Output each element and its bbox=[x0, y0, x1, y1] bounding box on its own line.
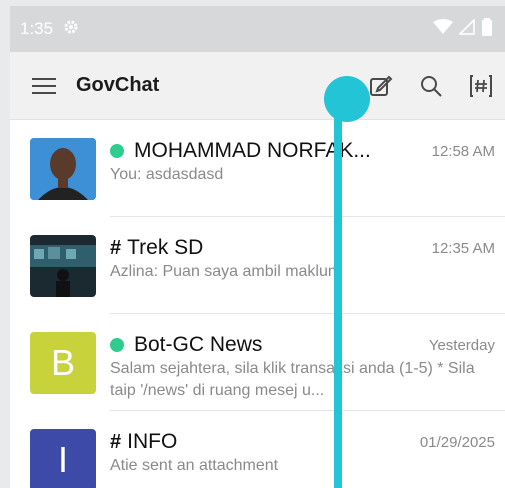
online-status-dot bbox=[110, 144, 124, 158]
chat-time: 01/29/2025 bbox=[419, 433, 495, 451]
chat-row[interactable]: B Bot-GC News Yesterday Salam sejahtera,… bbox=[10, 314, 505, 411]
scroll-gesture-track bbox=[334, 84, 342, 488]
battery-icon bbox=[481, 17, 493, 41]
chat-row[interactable]: # Trek SD 12:35 AM Azlina: Puan saya ambi… bbox=[10, 217, 505, 314]
chat-time: 12:35 AM bbox=[431, 239, 495, 257]
touch-point-indicator bbox=[324, 76, 370, 122]
avatar-letter: B bbox=[50, 342, 75, 383]
status-bar: 1:35 bbox=[10, 6, 505, 52]
chat-time: 12:58 AM bbox=[431, 142, 495, 160]
settings-gear-icon bbox=[63, 19, 79, 40]
avatar bbox=[30, 235, 96, 297]
chat-preview: Azlina: Puan saya ambil maklum bbox=[110, 263, 342, 280]
compose-icon[interactable] bbox=[367, 72, 395, 100]
avatar bbox=[30, 138, 96, 200]
chat-row[interactable]: MOHAMMAD NORFAK... 12:58 AM You: asdasda… bbox=[10, 120, 505, 217]
app-title: GovChat bbox=[76, 74, 160, 96]
chat-name: Bot-GC News bbox=[134, 333, 263, 356]
chat-name: INFO bbox=[127, 430, 178, 453]
chat-preview: Atie sent an attachment bbox=[110, 457, 279, 474]
chat-name: Trek SD bbox=[127, 236, 204, 259]
channel-hash-icon: # bbox=[110, 430, 122, 453]
chat-list: MOHAMMAD NORFAK... 12:58 AM You: asdasda… bbox=[10, 120, 505, 488]
signal-icon bbox=[458, 17, 475, 40]
search-icon[interactable] bbox=[417, 72, 445, 100]
menu-icon[interactable] bbox=[30, 72, 58, 100]
phone-screen: 1:35 GovChat MOHAMMAD NORFAK... 12:58 AM… bbox=[10, 6, 505, 488]
chat-row[interactable]: I # INFO 01/29/2025 Atie sent an attachme… bbox=[10, 411, 505, 488]
chat-time: Yesterday bbox=[428, 336, 495, 354]
channel-directory-icon[interactable] bbox=[467, 72, 495, 100]
wifi-icon bbox=[433, 18, 453, 40]
chat-preview: Salam sejahtera, sila klik transaksi and… bbox=[110, 360, 475, 399]
channel-hash-icon: # bbox=[110, 236, 122, 259]
online-status-dot bbox=[110, 338, 124, 352]
avatar-letter: I bbox=[57, 439, 68, 480]
chat-preview: You: asdasdasd bbox=[110, 166, 224, 183]
avatar: B bbox=[30, 332, 96, 394]
app-bar: GovChat bbox=[10, 52, 505, 120]
avatar: I bbox=[30, 429, 96, 488]
status-time: 1:35 bbox=[20, 19, 54, 38]
